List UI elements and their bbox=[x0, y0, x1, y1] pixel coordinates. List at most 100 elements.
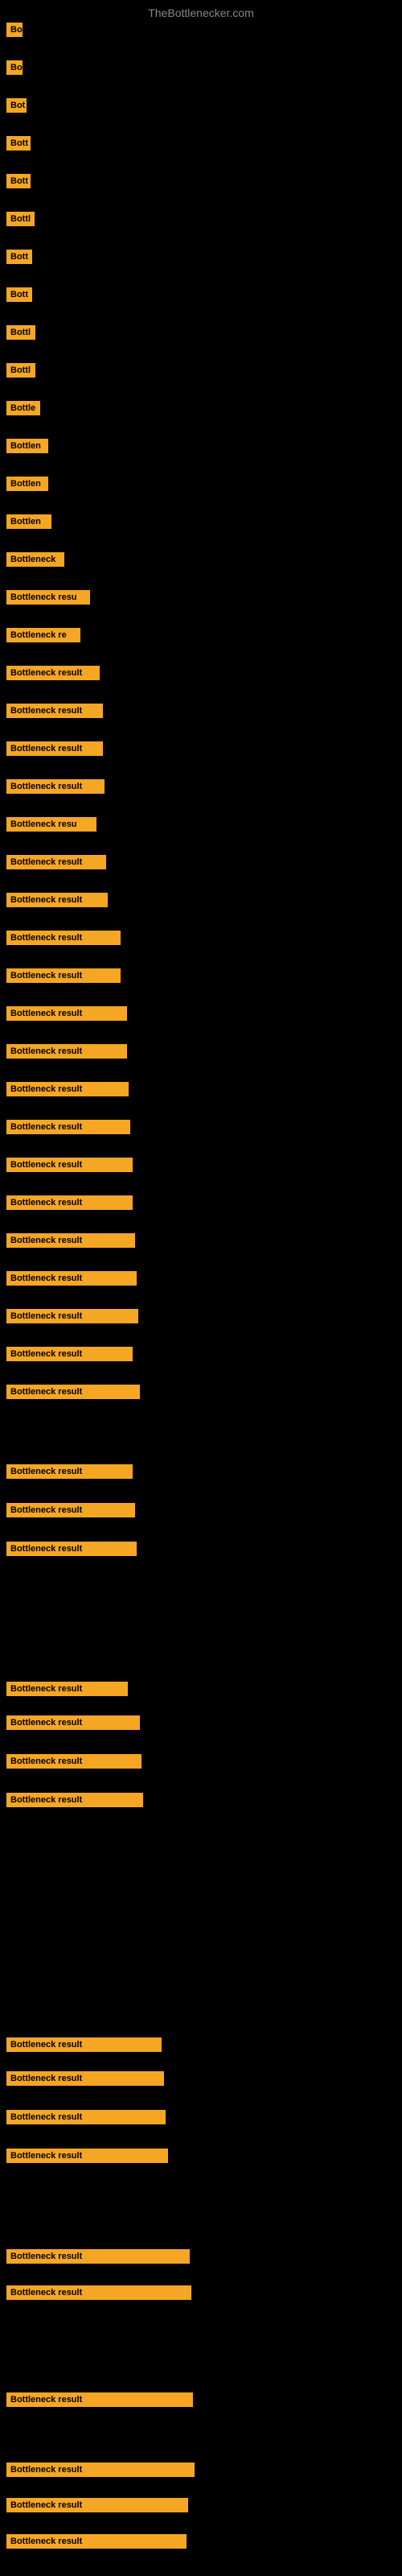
bottleneck-label-43: Bottleneck result bbox=[6, 1793, 143, 1807]
bottleneck-item-35: Bottleneck result bbox=[6, 1347, 133, 1365]
bottleneck-label-19: Bottleneck result bbox=[6, 741, 103, 756]
bottleneck-item-42: Bottleneck result bbox=[6, 1754, 142, 1773]
bottleneck-item-43: Bottleneck result bbox=[6, 1793, 143, 1811]
bottleneck-item-33: Bottleneck result bbox=[6, 1271, 137, 1290]
bottleneck-label-2: Bot bbox=[6, 98, 27, 113]
bottleneck-item-12: Bottlen bbox=[6, 477, 48, 495]
bottleneck-label-7: Bott bbox=[6, 287, 32, 302]
bottleneck-label-38: Bottleneck result bbox=[6, 1503, 135, 1517]
bottleneck-label-32: Bottleneck result bbox=[6, 1233, 135, 1248]
bottleneck-label-37: Bottleneck result bbox=[6, 1464, 133, 1479]
bottleneck-item-34: Bottleneck result bbox=[6, 1309, 138, 1327]
bottleneck-item-20: Bottleneck result bbox=[6, 779, 105, 798]
bottleneck-item-7: Bott bbox=[6, 287, 32, 306]
bottleneck-item-52: Bottleneck result bbox=[6, 2534, 187, 2553]
bottleneck-item-28: Bottleneck result bbox=[6, 1082, 129, 1100]
bottleneck-label-11: Bottlen bbox=[6, 439, 48, 453]
bottleneck-label-33: Bottleneck result bbox=[6, 1271, 137, 1286]
bottleneck-item-41: Bottleneck result bbox=[6, 1715, 140, 1734]
bottleneck-label-35: Bottleneck result bbox=[6, 1347, 133, 1361]
bottleneck-item-39: Bottleneck result bbox=[6, 1542, 137, 1560]
bottleneck-item-51: Bottleneck result bbox=[6, 2462, 195, 2481]
bottleneck-item-14: Bottleneck bbox=[6, 552, 64, 571]
bottleneck-item-47: Bottleneck result bbox=[6, 2149, 168, 2167]
bottleneck-label-34: Bottleneck result bbox=[6, 1309, 138, 1323]
bottleneck-item-13: Bottlen bbox=[6, 514, 51, 533]
bottleneck-item-50: Bottleneck result bbox=[6, 2392, 193, 2411]
bottleneck-label-49: Bottleneck result bbox=[6, 2285, 191, 2300]
bottleneck-label-42: Bottleneck result bbox=[6, 1754, 142, 1769]
bottleneck-label-5: Bottl bbox=[6, 212, 35, 226]
bottleneck-item-48: Bottleneck result bbox=[6, 2249, 190, 2268]
bottleneck-label-39: Bottleneck result bbox=[6, 1542, 137, 1556]
bottleneck-item-16: Bottleneck re bbox=[6, 628, 80, 646]
bottleneck-label-18: Bottleneck result bbox=[6, 704, 103, 718]
bottleneck-label-23: Bottleneck result bbox=[6, 893, 108, 907]
bottleneck-item-36: Bottleneck result bbox=[6, 1385, 140, 1403]
bottleneck-item-5: Bottl bbox=[6, 212, 35, 230]
bottleneck-item-10: Bottle bbox=[6, 401, 40, 419]
bottleneck-label-3: Bott bbox=[6, 136, 31, 151]
bottleneck-label-1: Bo bbox=[6, 60, 23, 75]
bottleneck-label-47: Bottleneck result bbox=[6, 2149, 168, 2163]
bottleneck-label-4: Bott bbox=[6, 174, 31, 188]
bottleneck-label-0: Bo bbox=[6, 23, 23, 37]
bottleneck-item-37: Bottleneck result bbox=[6, 1464, 133, 1483]
bottleneck-label-41: Bottleneck result bbox=[6, 1715, 140, 1730]
bottleneck-label-17: Bottleneck result bbox=[6, 666, 100, 680]
bottleneck-label-14: Bottleneck bbox=[6, 552, 64, 567]
bottleneck-item-30: Bottleneck result bbox=[6, 1158, 133, 1176]
bottleneck-item-3: Bott bbox=[6, 136, 31, 155]
bottleneck-item-38: Bottleneck result bbox=[6, 1503, 135, 1521]
bottleneck-item-26: Bottleneck result bbox=[6, 1006, 127, 1025]
bottleneck-item-11: Bottlen bbox=[6, 439, 48, 457]
bottleneck-label-29: Bottleneck result bbox=[6, 1120, 130, 1134]
bottleneck-label-6: Bott bbox=[6, 250, 32, 264]
bottleneck-label-13: Bottlen bbox=[6, 514, 51, 529]
bottleneck-label-52: Bottleneck result bbox=[6, 2534, 187, 2549]
bottleneck-label-20: Bottleneck result bbox=[6, 779, 105, 794]
bottleneck-label-44: Bottleneck result bbox=[6, 2037, 162, 2052]
bottleneck-item-8: Bottl bbox=[6, 325, 35, 344]
bottleneck-label-25: Bottleneck result bbox=[6, 968, 121, 983]
bottleneck-label-21: Bottleneck resu bbox=[6, 817, 96, 832]
bottleneck-label-30: Bottleneck result bbox=[6, 1158, 133, 1172]
bottleneck-label-12: Bottlen bbox=[6, 477, 48, 491]
bottleneck-label-48: Bottleneck result bbox=[6, 2249, 190, 2264]
bottleneck-item-6: Bott bbox=[6, 250, 32, 268]
bottleneck-label-24: Bottleneck result bbox=[6, 931, 121, 945]
bottleneck-label-8: Bottl bbox=[6, 325, 35, 340]
bottleneck-item-2: Bot bbox=[6, 98, 27, 117]
bottleneck-item-1: Bo bbox=[6, 60, 23, 79]
bottleneck-label-28: Bottleneck result bbox=[6, 1082, 129, 1096]
bottleneck-item-9: Bottl bbox=[6, 363, 35, 382]
bottleneck-label-27: Bottleneck result bbox=[6, 1044, 127, 1059]
bottleneck-label-31: Bottleneck result bbox=[6, 1195, 133, 1210]
bottleneck-item-17: Bottleneck result bbox=[6, 666, 100, 684]
bottleneck-item-25: Bottleneck result bbox=[6, 968, 121, 987]
bottleneck-label-51: Bottleneck result bbox=[6, 2462, 195, 2477]
bottleneck-label-40: Bottleneck result bbox=[6, 1682, 128, 1696]
bottleneck-item-15: Bottleneck resu bbox=[6, 590, 90, 609]
bottleneck-label-10: Bottle bbox=[6, 401, 40, 415]
bottleneck-item-23: Bottleneck result bbox=[6, 893, 108, 911]
bottleneck-label-46: Bottleneck result bbox=[6, 2110, 166, 2124]
bottleneck-item-18: Bottleneck result bbox=[6, 704, 103, 722]
bottleneck-label-53: Bottleneck result bbox=[6, 2498, 188, 2512]
bottleneck-item-4: Bott bbox=[6, 174, 31, 192]
bottleneck-item-21: Bottleneck resu bbox=[6, 817, 96, 836]
bottleneck-item-49: Bottleneck result bbox=[6, 2285, 191, 2304]
bottleneck-label-50: Bottleneck result bbox=[6, 2392, 193, 2407]
bottleneck-item-19: Bottleneck result bbox=[6, 741, 103, 760]
bottleneck-label-36: Bottleneck result bbox=[6, 1385, 140, 1399]
bottleneck-label-16: Bottleneck re bbox=[6, 628, 80, 642]
bottleneck-item-44: Bottleneck result bbox=[6, 2037, 162, 2056]
bottleneck-item-53: Bottleneck result bbox=[6, 2498, 188, 2516]
bottleneck-item-45: Bottleneck result bbox=[6, 2071, 164, 2090]
bottleneck-label-15: Bottleneck resu bbox=[6, 590, 90, 605]
bottleneck-label-26: Bottleneck result bbox=[6, 1006, 127, 1021]
bottleneck-item-46: Bottleneck result bbox=[6, 2110, 166, 2128]
bottleneck-label-9: Bottl bbox=[6, 363, 35, 378]
bottleneck-item-32: Bottleneck result bbox=[6, 1233, 135, 1252]
bottleneck-item-0: Bo bbox=[6, 23, 23, 41]
